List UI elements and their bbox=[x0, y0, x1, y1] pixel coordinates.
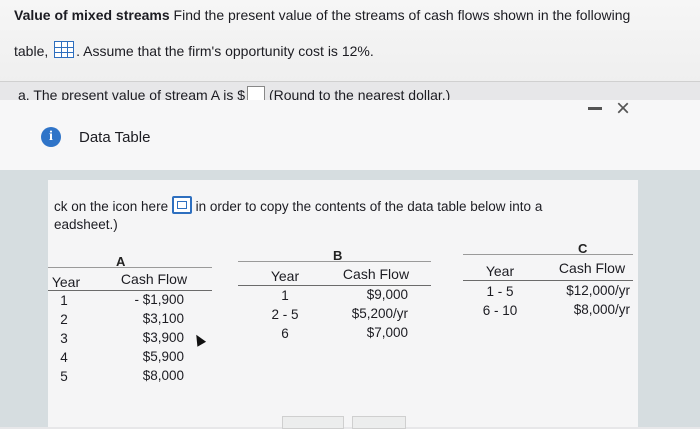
col-a-line bbox=[48, 267, 212, 268]
minimize-button[interactable] bbox=[588, 107, 602, 110]
header-underline-c bbox=[463, 280, 633, 281]
copy-text-1: ck on the icon here bbox=[54, 199, 169, 214]
b-year-1: 1 bbox=[281, 288, 289, 303]
copy-text-3: eadsheet.) bbox=[54, 217, 118, 232]
c-cash-2: $8,000/yr bbox=[573, 302, 630, 317]
header-year-a: Year bbox=[51, 274, 81, 290]
question-title: Value of mixed streams bbox=[14, 7, 170, 23]
dialog-title: Data Table bbox=[79, 129, 151, 146]
a-year-1: 1 bbox=[60, 293, 68, 308]
a-cash-5: $8,000 bbox=[142, 368, 184, 383]
question-text-2b: . Assume that the firm's opportunity cos… bbox=[76, 43, 374, 59]
c-year-1: 1 - 5 bbox=[486, 284, 514, 299]
a-cash-4: $5,900 bbox=[142, 349, 184, 364]
divider bbox=[0, 81, 700, 82]
footer-button-2[interactable] bbox=[352, 416, 406, 429]
header-underline-a bbox=[48, 290, 212, 291]
copy-instructions: ck on the icon here in order to copy the… bbox=[54, 196, 542, 234]
copy-icon[interactable] bbox=[171, 196, 192, 214]
header-cash-a: Cash Flow bbox=[120, 271, 188, 287]
question-text-1: Find the present value of the streams of… bbox=[169, 7, 631, 23]
question-line-1: Value of mixed streams Find the present … bbox=[14, 7, 630, 23]
b-year-3: 6 bbox=[281, 326, 289, 341]
header-cash-b: Cash Flow bbox=[342, 266, 410, 282]
col-b-line bbox=[238, 261, 431, 262]
a-year-2: 2 bbox=[60, 312, 68, 327]
b-cash-2: $5,200/yr bbox=[351, 306, 408, 321]
header-year-b: Year bbox=[270, 268, 300, 284]
c-year-2: 6 - 10 bbox=[482, 303, 518, 318]
a-year-4: 4 bbox=[60, 350, 68, 365]
close-button[interactable]: × bbox=[616, 97, 630, 121]
col-c-line bbox=[463, 254, 633, 255]
header-cash-c: Cash Flow bbox=[558, 260, 626, 276]
a-cash-1: - $1,900 bbox=[134, 292, 184, 307]
footer-button-1[interactable] bbox=[282, 416, 344, 429]
a-cash-3: $3,900 bbox=[142, 330, 184, 345]
copy-text-2: in order to copy the contents of the dat… bbox=[191, 199, 543, 214]
b-cash-1: $9,000 bbox=[366, 287, 408, 302]
question-header: Value of mixed streams Find the present … bbox=[0, 0, 700, 82]
b-cash-3: $7,000 bbox=[366, 325, 408, 340]
b-year-2: 2 - 5 bbox=[271, 307, 299, 322]
header-year-c: Year bbox=[485, 263, 515, 279]
question-line-2: table, . Assume that the firm's opportun… bbox=[14, 41, 374, 59]
c-cash-1: $12,000/yr bbox=[566, 283, 630, 298]
a-year-5: 5 bbox=[60, 369, 68, 384]
header-underline-b bbox=[238, 285, 431, 286]
question-text-2a: table, bbox=[14, 43, 49, 59]
dialog-header: i Data Table × bbox=[0, 97, 700, 170]
data-table-icon[interactable] bbox=[54, 41, 75, 58]
info-icon: i bbox=[41, 127, 61, 147]
a-year-3: 3 bbox=[60, 331, 68, 346]
a-cash-2: $3,100 bbox=[142, 311, 184, 326]
